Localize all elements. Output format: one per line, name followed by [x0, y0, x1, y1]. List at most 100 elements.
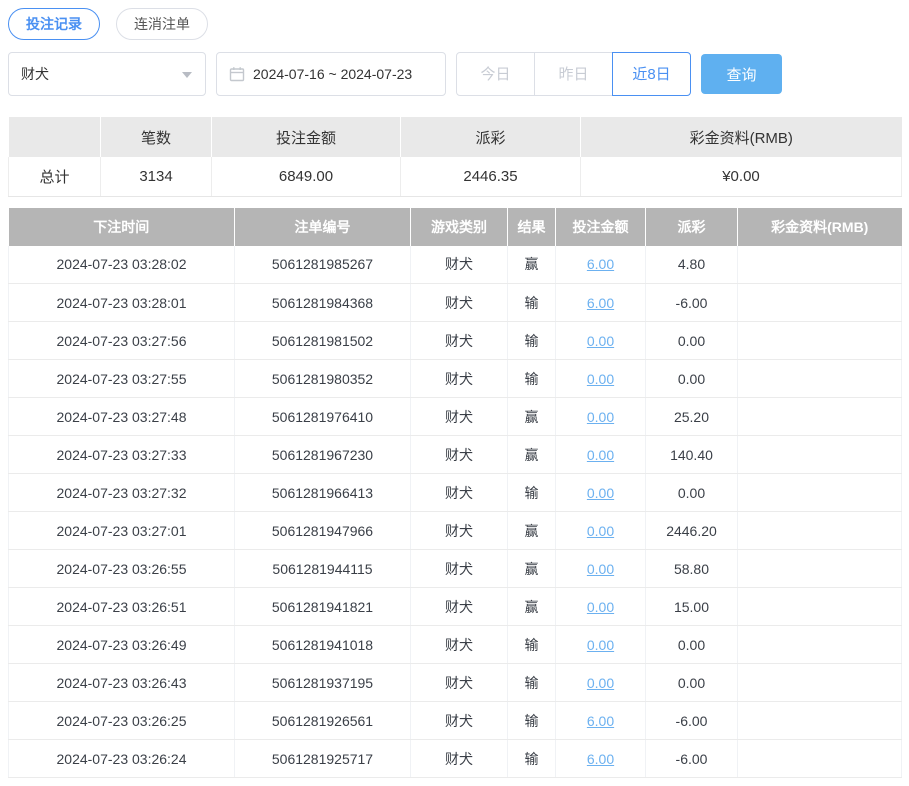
- query-button[interactable]: 查询: [701, 54, 782, 94]
- yesterday-button[interactable]: 昨日: [534, 52, 613, 96]
- cell-result: 输: [508, 702, 556, 740]
- cell-bet-number: 5061281944115: [235, 550, 411, 588]
- cell-bet-number: 5061281976410: [235, 398, 411, 436]
- cell-bet-number: 5061281947966: [235, 512, 411, 550]
- bet-amount-link[interactable]: 0.00: [587, 599, 614, 615]
- cell-game-type: 财犬: [411, 398, 508, 436]
- summary-table: 笔数投注金额派彩彩金资料(RMB) 总计31346849.002446.35¥0…: [8, 117, 902, 197]
- cell-bet-time: 2024-07-23 03:27:32: [9, 474, 235, 512]
- table-row: 2024-07-23 03:26:435061281937195财犬输0.000…: [9, 664, 902, 702]
- cell-bet-amount: 0.00: [556, 436, 646, 474]
- summary-header-cell: 投注金额: [212, 117, 401, 157]
- cell-bonus: [738, 664, 902, 702]
- tab-betting-records[interactable]: 投注记录: [8, 8, 100, 40]
- summary-value-cell: 2446.35: [401, 157, 581, 196]
- bet-amount-link[interactable]: 0.00: [587, 523, 614, 539]
- cell-result: 赢: [508, 512, 556, 550]
- cell-payout: 15.00: [646, 588, 738, 626]
- cell-result: 输: [508, 626, 556, 664]
- bet-amount-link[interactable]: 0.00: [587, 675, 614, 691]
- cell-game-type: 财犬: [411, 626, 508, 664]
- cell-bet-number: 5061281981502: [235, 322, 411, 360]
- cell-bet-amount: 0.00: [556, 322, 646, 360]
- cell-payout: 25.20: [646, 398, 738, 436]
- cell-bet-number: 5061281985267: [235, 246, 411, 284]
- cell-game-type: 财犬: [411, 436, 508, 474]
- cell-bet-time: 2024-07-23 03:26:49: [9, 626, 235, 664]
- tab-cancelled-bets[interactable]: 连消注单: [116, 8, 208, 40]
- table-row: 2024-07-23 03:27:325061281966413财犬输0.000…: [9, 474, 902, 512]
- bet-amount-link[interactable]: 6.00: [587, 295, 614, 311]
- cell-bet-amount: 6.00: [556, 740, 646, 778]
- date-range-picker[interactable]: 2024-07-16 ~ 2024-07-23: [216, 52, 446, 96]
- cell-bonus: [738, 360, 902, 398]
- cell-bonus: [738, 740, 902, 778]
- last-8-days-button[interactable]: 近8日: [612, 52, 691, 96]
- cell-bet-time: 2024-07-23 03:27:01: [9, 512, 235, 550]
- cell-bonus: [738, 626, 902, 664]
- cell-bet-amount: 0.00: [556, 398, 646, 436]
- cell-bonus: [738, 588, 902, 626]
- cell-bet-time: 2024-07-23 03:26:51: [9, 588, 235, 626]
- cell-bet-number: 5061281941821: [235, 588, 411, 626]
- chevron-down-icon: [182, 72, 192, 78]
- table-row: 2024-07-23 03:26:495061281941018财犬输0.000…: [9, 626, 902, 664]
- bet-amount-link[interactable]: 0.00: [587, 447, 614, 463]
- cell-bet-amount: 0.00: [556, 360, 646, 398]
- cell-result: 输: [508, 474, 556, 512]
- date-range-value: 2024-07-16 ~ 2024-07-23: [253, 66, 412, 82]
- cell-bet-amount: 0.00: [556, 474, 646, 512]
- bet-amount-link[interactable]: 0.00: [587, 485, 614, 501]
- table-row: 2024-07-23 03:28:015061281984368财犬输6.00-…: [9, 284, 902, 322]
- cell-bet-time: 2024-07-23 03:26:24: [9, 740, 235, 778]
- bet-amount-link[interactable]: 0.00: [587, 409, 614, 425]
- bet-amount-link[interactable]: 6.00: [587, 256, 614, 272]
- table-header-cell: 派彩: [646, 208, 738, 246]
- bet-amount-link[interactable]: 0.00: [587, 371, 614, 387]
- summary-header-cell: 笔数: [101, 117, 212, 157]
- bet-amount-link[interactable]: 6.00: [587, 751, 614, 767]
- bet-amount-link[interactable]: 0.00: [587, 333, 614, 349]
- game-select[interactable]: 财犬: [8, 52, 206, 96]
- bet-amount-link[interactable]: 0.00: [587, 561, 614, 577]
- cell-bonus: [738, 284, 902, 322]
- filter-toolbar: 财犬 2024-07-16 ~ 2024-07-23 今日 昨日 近8日 查询: [8, 52, 901, 96]
- records-table: 下注时间注单编号游戏类别结果投注金额派彩彩金资料(RMB) 2024-07-23…: [8, 208, 902, 779]
- cell-bet-amount: 0.00: [556, 626, 646, 664]
- cell-payout: -6.00: [646, 702, 738, 740]
- today-button[interactable]: 今日: [456, 52, 535, 96]
- cell-bet-number: 5061281967230: [235, 436, 411, 474]
- cell-bet-time: 2024-07-23 03:27:55: [9, 360, 235, 398]
- cell-payout: 2446.20: [646, 512, 738, 550]
- table-row: 2024-07-23 03:26:245061281925717财犬输6.00-…: [9, 740, 902, 778]
- cell-bet-time: 2024-07-23 03:27:48: [9, 398, 235, 436]
- cell-bet-number: 5061281980352: [235, 360, 411, 398]
- summary-header-cell: 派彩: [401, 117, 581, 157]
- cell-game-type: 财犬: [411, 474, 508, 512]
- bet-amount-link[interactable]: 0.00: [587, 637, 614, 653]
- table-row: 2024-07-23 03:27:565061281981502财犬输0.000…: [9, 322, 902, 360]
- summary-row-label: 总计: [9, 157, 101, 196]
- cell-payout: 0.00: [646, 626, 738, 664]
- cell-bonus: [738, 702, 902, 740]
- cell-bonus: [738, 322, 902, 360]
- table-row: 2024-07-23 03:27:335061281967230财犬赢0.001…: [9, 436, 902, 474]
- table-row: 2024-07-23 03:27:555061281980352财犬输0.000…: [9, 360, 902, 398]
- summary-value-cell: 6849.00: [212, 157, 401, 196]
- cell-bet-number: 5061281925717: [235, 740, 411, 778]
- cell-result: 赢: [508, 398, 556, 436]
- cell-result: 输: [508, 284, 556, 322]
- cell-game-type: 财犬: [411, 246, 508, 284]
- cell-bonus: [738, 474, 902, 512]
- bet-amount-link[interactable]: 6.00: [587, 713, 614, 729]
- cell-bet-amount: 0.00: [556, 512, 646, 550]
- cell-payout: 0.00: [646, 360, 738, 398]
- table-header-cell: 投注金额: [556, 208, 646, 246]
- cell-payout: 0.00: [646, 664, 738, 702]
- cell-bonus: [738, 550, 902, 588]
- cell-game-type: 财犬: [411, 284, 508, 322]
- table-header-cell: 注单编号: [235, 208, 411, 246]
- cell-bet-time: 2024-07-23 03:27:33: [9, 436, 235, 474]
- cell-payout: 4.80: [646, 246, 738, 284]
- summary-total-row: 总计31346849.002446.35¥0.00: [9, 157, 902, 196]
